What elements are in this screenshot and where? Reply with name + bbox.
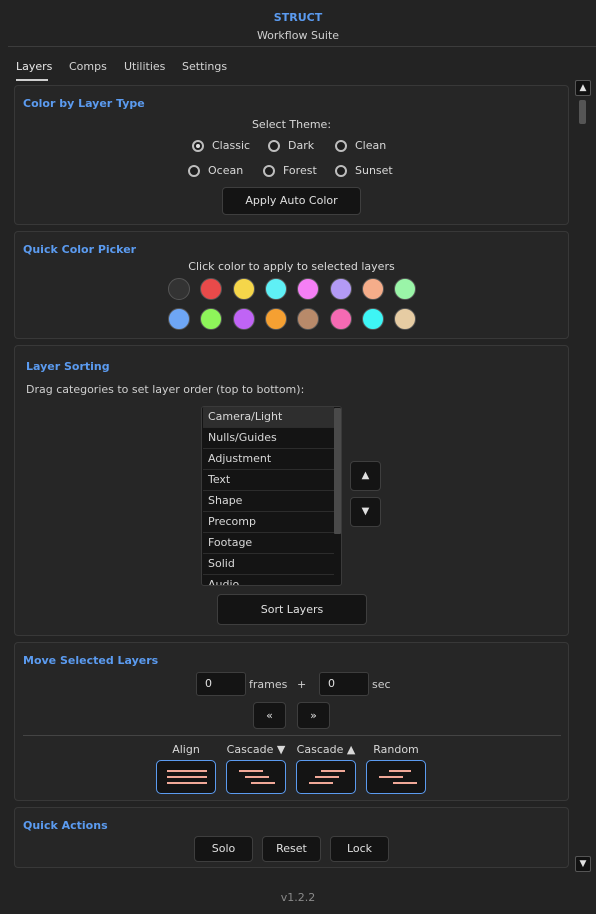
tab-layers[interactable]: Layers [16,60,53,81]
list-item[interactable]: Nulls/Guides [203,428,334,449]
color-swatch[interactable] [361,278,384,300]
section-divider [23,735,561,736]
random-button[interactable] [366,760,426,794]
color-swatch[interactable] [200,308,223,330]
color-swatch[interactable] [168,278,190,300]
app-brand: STRUCT [273,11,323,24]
panel-title: Quick Color Picker [23,243,137,256]
version-label: v1.2.2 [280,891,316,904]
cascade-up-button[interactable] [296,760,356,794]
color-swatch[interactable] [329,278,352,300]
color-swatch[interactable] [394,308,417,330]
color-swatch[interactable] [329,308,352,330]
radio-label: Clean [355,139,387,152]
scroll-thumb[interactable] [579,100,586,124]
color-swatch[interactable] [297,278,320,300]
move-forward-button[interactable]: » [297,702,330,729]
tab-label: Layers [16,60,53,73]
app-header: STRUCT Workflow Suite [0,0,596,46]
cascade-down-button[interactable] [226,760,286,794]
list-item[interactable]: Shape [203,491,334,512]
list-item[interactable]: Adjustment [203,449,334,470]
panel-title: Layer Sorting [26,360,110,373]
radio-label: Forest [283,164,317,177]
radio-label: Sunset [355,164,393,177]
cascade-down-icon [239,770,275,784]
color-swatch[interactable] [394,278,417,300]
solo-button[interactable]: Solo [194,836,253,862]
tab-comps[interactable]: Comps [69,60,107,73]
sort-layers-button[interactable]: Sort Layers [217,594,367,625]
radio-indicator [268,140,280,152]
layer-sorting-panel: Layer Sorting Drag categories to set lay… [14,345,569,636]
align-button[interactable] [156,760,216,794]
up-arrow-icon: ▲ [579,83,587,93]
move-down-button[interactable]: ▼ [350,497,381,527]
radio-indicator [335,165,347,177]
color-swatch[interactable] [297,308,320,330]
theme-label: Select Theme: [251,118,332,131]
list-item[interactable]: Solid [203,554,334,575]
color-swatch[interactable] [361,308,384,330]
move-up-button[interactable]: ▲ [350,461,381,491]
apply-auto-color-button[interactable]: Apply Auto Color [222,187,361,215]
plus-sign: + [297,678,307,691]
layer-order-list[interactable]: Camera/Light Nulls/Guides Adjustment Tex… [201,406,342,586]
radio-indicator [192,140,204,152]
lock-button[interactable]: Lock [330,836,389,862]
frames-label: frames [249,678,288,691]
quick-color-panel: Quick Color Picker Click color to apply … [14,231,569,339]
down-arrow-icon: ▼ [361,506,370,517]
radio-indicator [188,165,200,177]
scroll-up-button[interactable]: ▲ [575,80,591,96]
align-icon [167,770,207,784]
move-back-button[interactable]: « [253,702,286,729]
color-swatch[interactable] [168,308,190,330]
reset-button[interactable]: Reset [262,836,321,862]
tab-utilities[interactable]: Utilities [124,60,165,73]
radio-indicator [335,140,347,152]
move-layers-panel: Move Selected Layers 0 frames + 0 sec « … [14,642,569,801]
header-divider [8,46,596,47]
scroll-down-button[interactable]: ▼ [575,856,591,872]
color-swatch[interactable] [232,278,255,300]
color-swatch[interactable] [264,308,287,330]
color-swatch[interactable] [200,278,223,300]
random-label: Random [373,743,419,756]
quick-actions-panel: Quick Actions Solo Reset Lock [14,807,569,868]
list-item[interactable]: Precomp [203,512,334,533]
color-swatch[interactable] [232,308,255,330]
panel-title: Move Selected Layers [23,654,159,667]
quick-color-hint: Click color to apply to selected layers [188,260,395,273]
color-by-type-panel: Color by Layer Type Select Theme: Classi… [14,85,569,225]
radio-label: Ocean [208,164,244,177]
list-item[interactable]: Footage [203,533,334,554]
seconds-input[interactable]: 0 [319,672,369,696]
color-swatch[interactable] [264,278,287,300]
panel-scrollbar[interactable]: ▲ ▼ [575,80,591,872]
random-icon [379,770,417,784]
down-arrow-icon: ▼ [579,859,587,869]
seconds-label: sec [372,678,391,691]
radio-indicator [263,165,275,177]
list-item[interactable]: Text [203,470,334,491]
panel-title: Quick Actions [23,819,108,832]
cascade-up-label: Cascade ▲ [296,743,356,756]
sorting-hint: Drag categories to set layer order (top … [26,383,305,396]
align-label: Align [172,743,200,756]
radio-label: Dark [288,139,315,152]
up-arrow-icon: ▲ [361,470,370,481]
list-item[interactable]: Camera/Light [203,407,334,428]
panel-title: Color by Layer Type [23,97,145,110]
cascade-down-label: Cascade ▼ [226,743,286,756]
frames-input[interactable]: 0 [196,672,246,696]
cascade-up-icon [309,770,345,784]
tab-settings[interactable]: Settings [182,60,227,73]
app-subtitle: Workflow Suite [256,29,340,42]
list-scrollbar[interactable] [334,408,341,534]
active-tab-indicator [16,79,48,81]
radio-label: Classic [212,139,251,152]
list-item[interactable]: Audio [203,575,334,585]
